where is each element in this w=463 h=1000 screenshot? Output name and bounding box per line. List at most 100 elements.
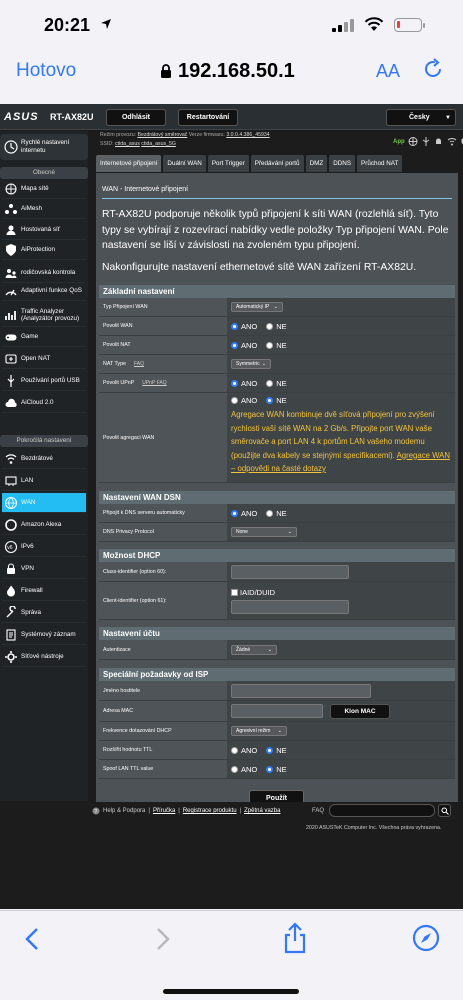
reload-icon[interactable] bbox=[422, 58, 444, 80]
page-title: WAN - Internetové připojení bbox=[102, 186, 189, 193]
upnp-yes-radio[interactable] bbox=[231, 379, 238, 387]
faq-search-input[interactable] bbox=[329, 804, 435, 817]
mac-address-input[interactable] bbox=[231, 704, 323, 718]
ssid-value-5g: ctida_asus_5G bbox=[141, 141, 176, 147]
tab-2[interactable]: Port Trigger bbox=[207, 155, 249, 172]
intro-text-2: Nakonfigurujte nastavení ethernetové sít… bbox=[102, 262, 417, 273]
authentication-select[interactable]: Žádné ⌄ bbox=[231, 644, 277, 655]
reboot-button[interactable]: Restartování bbox=[178, 109, 238, 126]
logout-button[interactable]: Odhlásit bbox=[106, 109, 166, 126]
dns-privacy-value: None bbox=[236, 529, 248, 535]
wan-type-select[interactable]: Automatický IP ⌄ bbox=[231, 302, 283, 312]
system-log-icon bbox=[4, 628, 18, 642]
sidebar-item-usb[interactable]: Používání portů USB bbox=[2, 371, 86, 391]
dns-privacy-row: DNS Privacy Protocol None ⌄ bbox=[99, 523, 455, 542]
iaid-duid-checkbox[interactable] bbox=[231, 588, 238, 596]
enable-wan-yes-radio[interactable] bbox=[231, 322, 238, 330]
tab-4[interactable]: DMZ bbox=[305, 155, 328, 172]
aiprotection-icon bbox=[4, 243, 18, 257]
main-content: Režim provozu: Bezdrátový směrovač Verze… bbox=[90, 131, 463, 821]
operation-mode-line: Režim provozu: Bezdrátový směrovač Verze… bbox=[100, 132, 270, 138]
dhcp-query-select[interactable]: Agresivní režim ⌄ bbox=[231, 726, 287, 736]
internet-status-icon[interactable] bbox=[408, 137, 418, 146]
reader-settings-button[interactable]: AA bbox=[376, 61, 400, 82]
sidebar-item-wan[interactable]: WAN bbox=[2, 493, 86, 513]
upnp-no-radio[interactable] bbox=[266, 379, 274, 387]
sidebar-item-lan[interactable]: LAN bbox=[2, 471, 86, 491]
nat-type-faq-link[interactable]: FAQ bbox=[134, 361, 144, 367]
spoof-ttl-yes-radio[interactable] bbox=[231, 765, 238, 773]
sidebar-item-game[interactable]: Game bbox=[2, 327, 86, 347]
feedback-link[interactable]: Zpětná vazba bbox=[244, 808, 280, 814]
dns-auto-no-radio[interactable] bbox=[266, 509, 274, 517]
aggregation-yes-radio[interactable] bbox=[231, 397, 238, 404]
url-field[interactable]: 192.168.50.1 bbox=[160, 60, 295, 83]
upnp-faq-link[interactable]: UPnP FAQ bbox=[142, 380, 166, 386]
wan-settings-panel: WAN - Internetové připojení RT-AX82U pod… bbox=[96, 173, 458, 813]
mode-value[interactable]: Bezdrátový směrovač bbox=[138, 132, 188, 138]
sidebar-item-parental-control[interactable]: rodičovská kontrola bbox=[2, 263, 86, 283]
hostname-input[interactable] bbox=[231, 683, 371, 698]
extend-ttl-no-radio[interactable] bbox=[266, 746, 274, 754]
clone-mac-button[interactable]: Klon MAC bbox=[330, 703, 390, 719]
extend-ttl-yes-radio[interactable] bbox=[231, 746, 238, 754]
manual-link[interactable]: Příručka bbox=[153, 808, 175, 814]
dns-privacy-label: DNS Privacy Protocol bbox=[99, 523, 227, 541]
sidebar-item-firewall[interactable]: Firewall bbox=[2, 581, 86, 601]
sidebar-item-alexa[interactable]: Amazon Alexa bbox=[2, 515, 86, 535]
tab-0[interactable]: Internetové připojení bbox=[96, 155, 162, 172]
sidebar-item-vpn[interactable]: VPN bbox=[2, 559, 86, 579]
aggregation-no-radio[interactable] bbox=[266, 397, 274, 404]
client-identifier-input[interactable] bbox=[231, 599, 349, 614]
sidebar-item-network-tools[interactable]: Síťové nástroje bbox=[2, 647, 86, 667]
aggregation-note: Agregace WAN kombinuje dvě síťová připoj… bbox=[231, 408, 455, 476]
sidebar-item-aicloud[interactable]: AiCloud 2.0 bbox=[2, 393, 86, 413]
sidebar-item-ipv6[interactable]: v6 IPv6 bbox=[2, 537, 86, 557]
extend-ttl-row: Rozšířit hodnotu TTL ANO NE bbox=[99, 741, 455, 760]
tab-3[interactable]: Předávání portů bbox=[250, 155, 304, 172]
forward-icon[interactable] bbox=[153, 926, 173, 952]
nat-type-select[interactable]: Symmetric ⌄ bbox=[231, 359, 271, 369]
status-bar: 20:21 bbox=[0, 0, 463, 48]
share-icon[interactable] bbox=[283, 922, 307, 954]
notification-icon[interactable] bbox=[434, 137, 443, 146]
radio-yes-label: ANO bbox=[241, 340, 258, 350]
tab-1[interactable]: Duální WAN bbox=[163, 155, 206, 172]
firmware-value[interactable]: 3.0.0.4.386_45934 bbox=[226, 132, 269, 138]
product-registration-link[interactable]: Registrace produktu bbox=[183, 808, 237, 814]
hostname-label: Jméno hostitele bbox=[99, 681, 227, 700]
compass-icon[interactable] bbox=[412, 924, 440, 952]
back-icon[interactable] bbox=[22, 926, 42, 952]
usb-status-icon[interactable] bbox=[422, 137, 430, 146]
network-tools-icon bbox=[4, 650, 18, 664]
enable-nat-no-radio[interactable] bbox=[266, 341, 274, 349]
dns-privacy-select[interactable]: None ⌄ bbox=[231, 527, 297, 537]
sidebar-item-guest-network[interactable]: Hostovaná síť bbox=[2, 220, 86, 240]
spoof-ttl-no-radio[interactable] bbox=[266, 765, 274, 773]
sidebar-item-qos[interactable]: Adaptivní funkce QoS bbox=[2, 281, 86, 301]
language-select[interactable]: Česky ▼ bbox=[386, 109, 456, 126]
sidebar-item-administration[interactable]: Správa bbox=[2, 603, 86, 623]
sidebar-item-network-map[interactable]: Mapa sítě bbox=[2, 179, 86, 199]
wifi-status-icon[interactable] bbox=[447, 137, 457, 146]
quick-internet-setup[interactable]: Rychlé nastavení internetu bbox=[0, 134, 88, 160]
guest-network-icon bbox=[4, 223, 18, 237]
done-button[interactable]: Hotovo bbox=[16, 60, 76, 82]
sidebar-item-label: WAN bbox=[21, 499, 36, 506]
class-identifier-input[interactable] bbox=[231, 564, 349, 579]
sidebar-item-label: Správa bbox=[21, 609, 41, 616]
enable-nat-yes-radio[interactable] bbox=[231, 341, 238, 349]
quick-setup-icon bbox=[4, 140, 18, 154]
sidebar-item-system-log[interactable]: Systémový záznam bbox=[2, 625, 86, 645]
search-icon bbox=[441, 807, 449, 815]
tab-6[interactable]: Průchod NAT bbox=[357, 155, 403, 172]
sidebar-item-wireless[interactable]: Bezdrátové bbox=[2, 449, 86, 469]
dns-auto-yes-radio[interactable] bbox=[231, 509, 238, 517]
tab-5[interactable]: DDNS bbox=[329, 155, 356, 172]
faq-search-button[interactable] bbox=[438, 804, 451, 817]
sidebar-item-traffic-analyzer[interactable]: Traffic Analyzer (Analyzátor provozu) bbox=[2, 303, 86, 327]
enable-wan-no-radio[interactable] bbox=[266, 322, 274, 330]
sidebar-item-aiprotection[interactable]: AiProtection bbox=[2, 240, 86, 260]
sidebar-item-aimesh[interactable]: AiMesh bbox=[2, 199, 86, 219]
sidebar-item-open-nat[interactable]: Open NAT bbox=[2, 349, 86, 369]
